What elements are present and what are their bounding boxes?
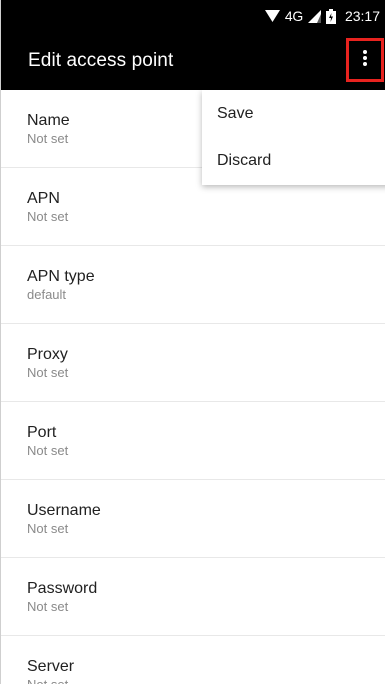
item-summary: Not set xyxy=(27,365,69,380)
signal-icon xyxy=(307,9,321,23)
clock: 23:17 xyxy=(344,8,380,24)
item-title: Port xyxy=(27,424,57,441)
item-summary: default xyxy=(27,287,67,302)
item-title: Password xyxy=(27,580,98,597)
app-bar: Edit access point xyxy=(1,32,385,90)
item-summary: Not set xyxy=(27,599,69,614)
item-summary: Not set xyxy=(27,209,69,224)
item-title: APN type xyxy=(27,268,95,285)
menu-item-discard[interactable]: Discard xyxy=(202,137,385,184)
item-summary: Not set xyxy=(27,521,69,536)
list-item-proxy[interactable]: Proxy Not set xyxy=(1,324,385,402)
list-item-port[interactable]: Port Not set xyxy=(1,402,385,480)
menu-item-save[interactable]: Save xyxy=(202,90,385,137)
list-item-server[interactable]: Server Not set xyxy=(1,636,385,684)
item-summary: Not set xyxy=(27,676,385,684)
more-vert-icon xyxy=(362,49,368,72)
item-title: Server xyxy=(27,658,75,675)
network-type: 4G xyxy=(284,8,303,24)
list-item-apn-type[interactable]: APN type default xyxy=(1,246,385,324)
item-title: APN xyxy=(27,190,60,207)
status-icons: 4G 23:17 xyxy=(264,0,380,32)
page-title: Edit access point xyxy=(28,50,174,71)
item-title: Proxy xyxy=(27,346,68,363)
overflow-menu: Save Discard xyxy=(202,90,385,185)
list-item-username[interactable]: Username Not set xyxy=(1,480,385,558)
wifi-icon xyxy=(264,9,280,23)
phone-screen: 4G 23:17 Edit access point Name Not set … xyxy=(0,0,385,684)
list-item-password[interactable]: Password Not set xyxy=(1,558,385,636)
overflow-menu-button[interactable] xyxy=(346,38,384,82)
battery-icon xyxy=(325,8,336,24)
status-bar: 4G 23:17 xyxy=(1,0,385,32)
item-summary: Not set xyxy=(27,443,69,458)
item-title: Username xyxy=(27,502,101,519)
